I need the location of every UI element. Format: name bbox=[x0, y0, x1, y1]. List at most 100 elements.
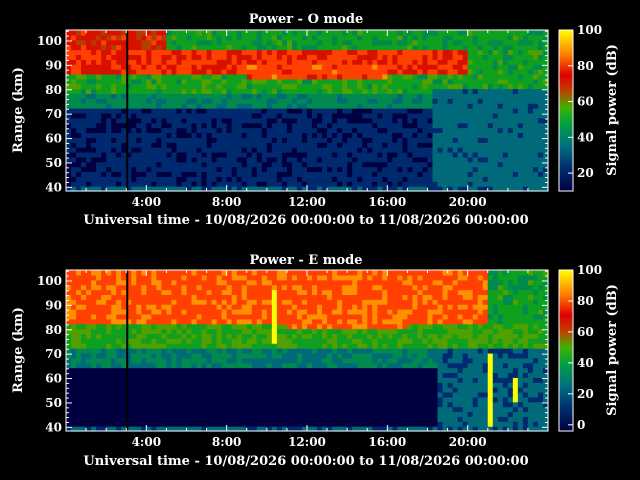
heatmap-cell bbox=[171, 294, 178, 300]
heatmap-cell bbox=[121, 88, 127, 95]
heatmap-cell bbox=[347, 54, 353, 60]
heatmap-cell bbox=[71, 49, 77, 55]
heatmap-cell bbox=[522, 108, 529, 114]
heatmap-cell bbox=[286, 142, 293, 148]
heatmap-cell bbox=[86, 73, 92, 80]
heatmap-cell bbox=[462, 122, 469, 129]
heatmap-cell bbox=[347, 156, 353, 163]
heatmap-cell bbox=[437, 166, 444, 173]
heatmap-cell bbox=[131, 117, 137, 124]
heatmap-cell bbox=[266, 421, 273, 427]
heatmap-cell bbox=[141, 411, 147, 417]
heatmap-cell bbox=[176, 304, 183, 310]
heatmap-cell bbox=[296, 304, 303, 310]
heatmap-cell bbox=[146, 411, 152, 417]
heatmap-cell bbox=[91, 83, 97, 90]
heatmap-cell bbox=[407, 59, 414, 65]
heatmap-cell bbox=[307, 181, 313, 187]
heatmap-cell bbox=[231, 39, 238, 46]
heatmap-cell bbox=[377, 147, 383, 153]
heatmap-cell bbox=[372, 59, 378, 65]
heatmap-cell bbox=[502, 127, 509, 134]
heatmap-cell bbox=[337, 132, 343, 138]
heatmap-cell bbox=[236, 127, 243, 134]
heatmap-cell bbox=[116, 93, 122, 99]
heatmap-cell bbox=[116, 98, 122, 104]
heatmap-cell bbox=[442, 112, 449, 119]
heatmap-cell bbox=[281, 274, 288, 281]
heatmap-cell bbox=[91, 318, 97, 325]
heatmap-cell bbox=[537, 156, 544, 163]
heatmap-cell bbox=[241, 132, 248, 138]
heatmap-cell bbox=[101, 406, 107, 413]
heatmap-cell bbox=[296, 156, 303, 163]
heatmap-cell bbox=[266, 88, 273, 95]
heatmap-cell bbox=[131, 372, 137, 378]
heatmap-cell bbox=[106, 352, 112, 359]
heatmap-cell bbox=[427, 73, 434, 80]
heatmap-cell bbox=[417, 44, 424, 51]
heatmap-cell bbox=[457, 88, 464, 95]
heatmap-cell bbox=[91, 401, 97, 408]
heatmap-cell bbox=[196, 299, 203, 305]
heatmap-cell bbox=[206, 88, 213, 95]
heatmap-cell bbox=[171, 64, 178, 70]
heatmap-cell bbox=[186, 270, 193, 276]
heatmap-cell bbox=[437, 54, 444, 60]
heatmap-cell bbox=[281, 323, 288, 330]
heatmap-cell bbox=[71, 151, 77, 158]
heatmap-cell bbox=[527, 142, 534, 148]
heatmap-cell bbox=[512, 176, 519, 182]
heatmap-cell bbox=[71, 127, 77, 134]
heatmap-cell bbox=[176, 377, 183, 383]
heatmap-cell bbox=[246, 44, 253, 51]
heatmap-cell bbox=[261, 142, 268, 148]
heatmap-cell bbox=[317, 338, 323, 344]
heatmap-cell bbox=[286, 396, 293, 403]
heatmap-cell bbox=[437, 137, 444, 143]
heatmap-cell bbox=[226, 64, 233, 70]
heatmap-cell bbox=[116, 156, 122, 163]
heatmap-cell bbox=[276, 362, 283, 369]
heatmap-cell bbox=[191, 59, 198, 65]
heatmap-cell bbox=[81, 176, 87, 182]
heatmap-cell bbox=[322, 88, 328, 95]
heatmap-cell bbox=[176, 348, 183, 354]
heatmap-cell bbox=[462, 69, 469, 75]
heatmap-cell bbox=[412, 161, 419, 168]
heatmap-cell bbox=[216, 328, 223, 335]
heatmap-cell bbox=[111, 421, 117, 427]
heatmap-cell bbox=[211, 401, 218, 408]
heatmap-cell bbox=[136, 108, 142, 114]
heatmap-cell bbox=[452, 78, 459, 85]
heatmap-cell bbox=[96, 64, 102, 70]
heatmap-cell bbox=[231, 108, 238, 114]
heatmap-cell bbox=[166, 411, 173, 417]
heatmap-cell bbox=[136, 49, 142, 55]
heatmap-cell bbox=[291, 318, 298, 325]
heatmap-cell bbox=[166, 343, 173, 349]
heatmap-cell bbox=[236, 328, 243, 335]
heatmap-cell bbox=[432, 156, 439, 163]
heatmap-cell bbox=[141, 367, 147, 374]
heatmap-cell bbox=[111, 39, 117, 46]
heatmap-cell bbox=[81, 348, 87, 354]
heatmap-cell bbox=[156, 284, 162, 291]
heatmap-cell bbox=[296, 64, 303, 70]
heatmap-cell bbox=[216, 279, 223, 286]
heatmap-cell bbox=[467, 181, 474, 187]
heatmap-cell bbox=[291, 39, 298, 46]
heatmap-cell bbox=[246, 284, 253, 291]
heatmap-cell bbox=[196, 338, 203, 344]
heatmap-cell bbox=[176, 112, 183, 119]
heatmap-cell bbox=[211, 357, 218, 364]
heatmap-cell bbox=[397, 54, 403, 60]
heatmap-cell bbox=[362, 39, 368, 46]
heatmap-cell bbox=[186, 39, 193, 46]
heatmap-cell bbox=[241, 338, 248, 344]
heatmap-cell bbox=[236, 289, 243, 295]
heatmap-cell bbox=[196, 318, 203, 325]
heatmap-cell bbox=[427, 122, 434, 129]
heatmap-cell bbox=[502, 93, 509, 99]
heatmap-cell bbox=[507, 69, 514, 75]
